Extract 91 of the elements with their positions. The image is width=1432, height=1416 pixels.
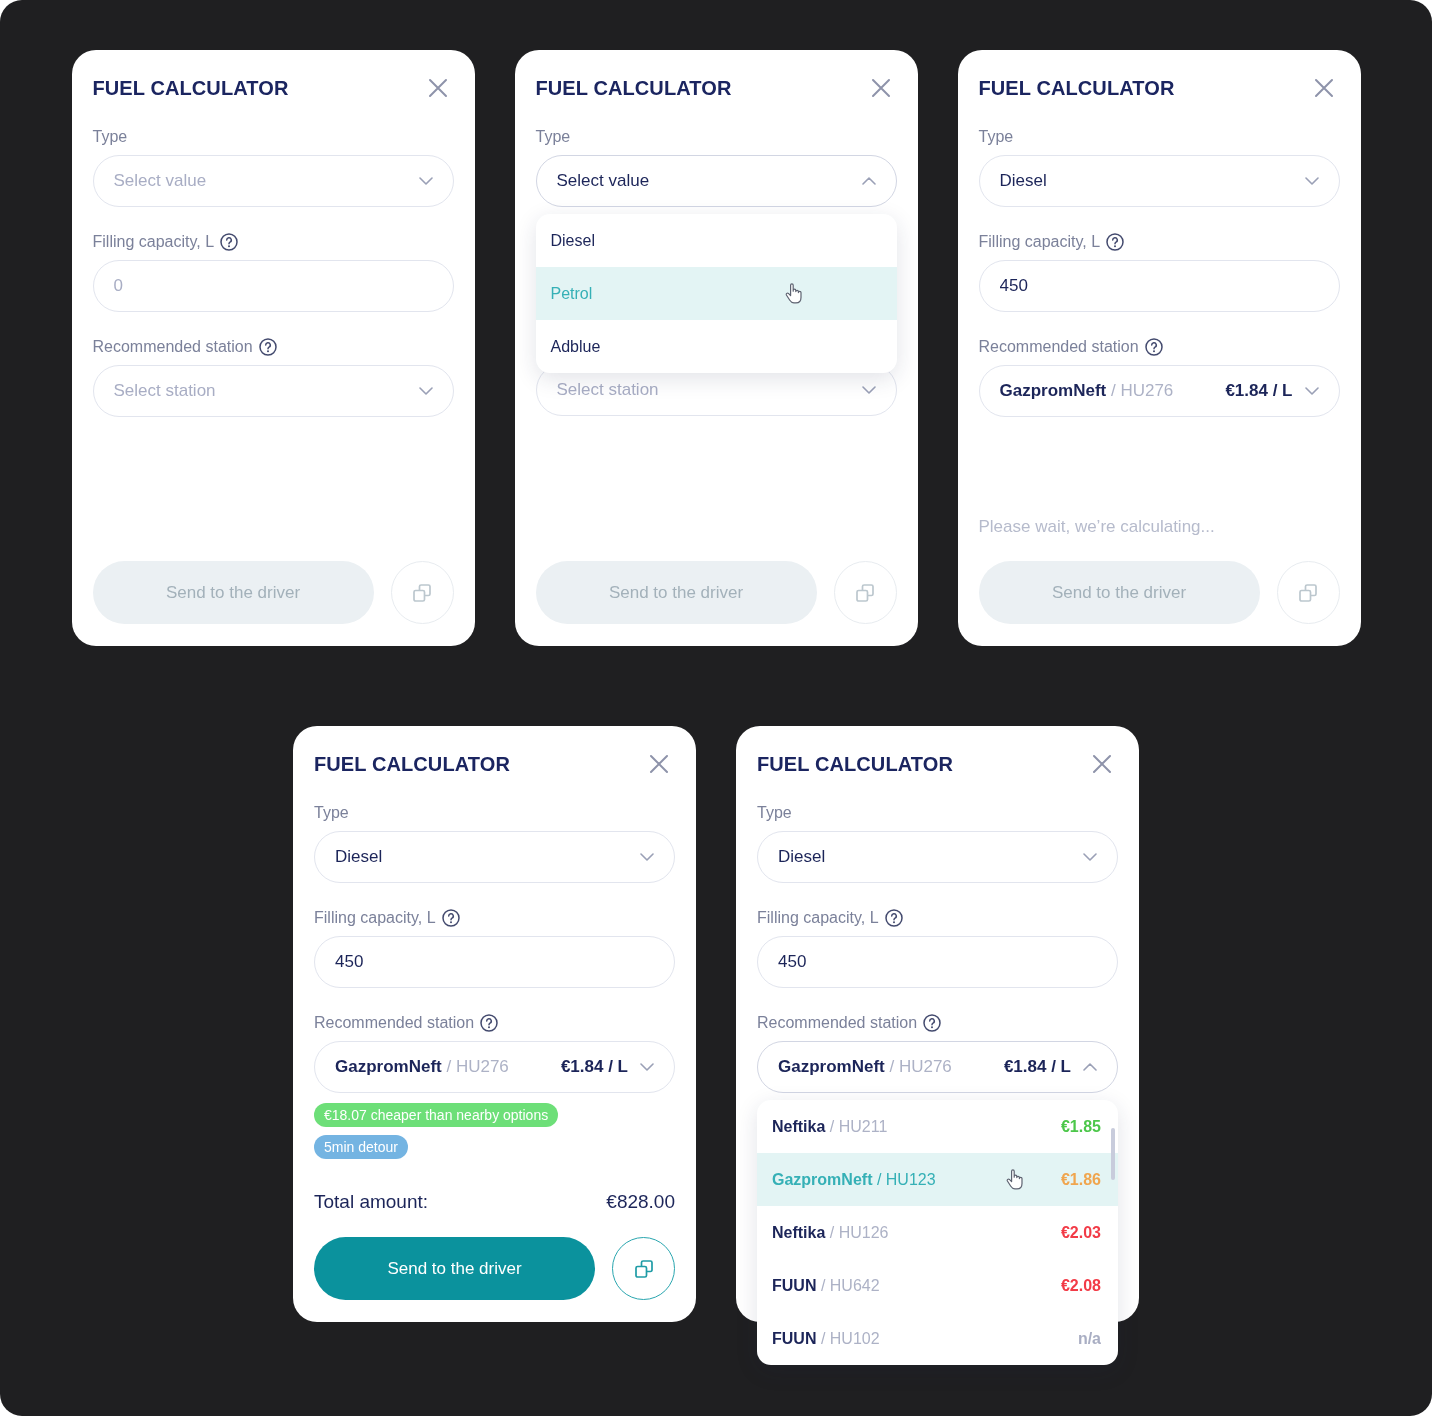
field-label: Filling capacity, L bbox=[92, 232, 215, 252]
field-label: Recommended station bbox=[978, 337, 1139, 357]
station-name: FUUN / HU642 bbox=[772, 1276, 880, 1295]
station-price: n/a bbox=[1077, 1329, 1101, 1348]
capacity-input[interactable]: 450 bbox=[978, 260, 1340, 312]
card-title: FUEL CALCULATOR bbox=[978, 76, 1175, 100]
price-per-litre: €1.84 / L bbox=[1003, 1057, 1071, 1077]
chevron-up-icon bbox=[861, 177, 876, 185]
total-label: Total amount: bbox=[314, 1190, 429, 1214]
copy-icon bbox=[633, 1258, 654, 1279]
close-button[interactable] bbox=[870, 78, 891, 98]
capacity-input[interactable]: 450 bbox=[314, 936, 675, 988]
station-name: Neftika / HU211 bbox=[772, 1117, 888, 1136]
field-label: Recommended station bbox=[92, 337, 253, 357]
chevron-up-icon bbox=[1083, 1063, 1097, 1071]
close-icon bbox=[1092, 754, 1112, 774]
station-select[interactable]: GazpromNeft / HU276 €1.84 / L bbox=[978, 365, 1340, 417]
station-name: Neftika / HU126 bbox=[772, 1223, 889, 1242]
field-label: Filling capacity, L bbox=[314, 908, 436, 928]
field-label: Type bbox=[978, 127, 1014, 147]
chevron-down-icon bbox=[1083, 853, 1097, 861]
field-label: Recommended station bbox=[314, 1013, 475, 1033]
station-price: €2.03 bbox=[1060, 1223, 1101, 1242]
close-button[interactable] bbox=[649, 754, 669, 774]
scrollbar-thumb[interactable] bbox=[1111, 1128, 1115, 1180]
station-name: GazpromNeft / HU276 bbox=[335, 1057, 509, 1077]
station-option[interactable]: FUUN / HU642 €2.08 bbox=[757, 1259, 1118, 1312]
field-label: Recommended station bbox=[757, 1013, 918, 1033]
close-icon bbox=[649, 754, 669, 774]
chevron-down-icon bbox=[861, 386, 876, 394]
chevron-down-icon bbox=[1304, 387, 1319, 395]
fuel-type-select[interactable]: Diesel bbox=[314, 831, 675, 883]
chevron-down-icon bbox=[1304, 177, 1319, 185]
close-icon bbox=[427, 78, 448, 98]
copy-icon bbox=[855, 582, 875, 603]
help-icon[interactable] bbox=[258, 338, 277, 356]
station-name: FUUN / HU102 bbox=[772, 1329, 880, 1348]
help-icon[interactable] bbox=[441, 909, 460, 927]
price-per-litre: €1.84 / L bbox=[1225, 381, 1293, 401]
station-option[interactable]: Neftika / HU126 €2.03 bbox=[757, 1206, 1118, 1259]
field-label: Type bbox=[757, 803, 792, 823]
status-message: Please wait, we’re calculating... bbox=[978, 517, 1216, 537]
station-name: GazpromNeft / HU123 bbox=[772, 1170, 936, 1189]
chevron-down-icon bbox=[640, 853, 654, 861]
help-icon[interactable] bbox=[884, 909, 903, 927]
info-tag: €18.07 cheaper than nearby options bbox=[314, 1103, 559, 1127]
capacity-input[interactable]: 0 bbox=[92, 260, 454, 312]
close-button[interactable] bbox=[427, 78, 448, 98]
fuel-type-select[interactable]: Diesel bbox=[978, 155, 1340, 207]
copy-icon bbox=[412, 582, 432, 603]
station-select[interactable]: GazpromNeft / HU276 €1.84 / L bbox=[757, 1041, 1118, 1093]
hand-cursor-icon bbox=[1006, 1169, 1025, 1190]
hand-cursor-icon bbox=[784, 283, 803, 304]
help-icon[interactable] bbox=[923, 1014, 942, 1032]
card-title: FUEL CALCULATOR bbox=[92, 76, 289, 100]
price-per-litre: €1.84 / L bbox=[560, 1057, 628, 1077]
chevron-down-icon bbox=[640, 1063, 654, 1071]
help-icon[interactable] bbox=[480, 1014, 499, 1032]
close-button[interactable] bbox=[1092, 754, 1112, 774]
station-option[interactable]: FUUN / HU102 n/a bbox=[757, 1312, 1118, 1365]
card-title: FUEL CALCULATOR bbox=[314, 752, 510, 776]
station-name: GazpromNeft / HU276 bbox=[778, 1057, 952, 1077]
field-label: Filling capacity, L bbox=[978, 232, 1101, 252]
fuel-option[interactable]: Diesel bbox=[535, 214, 897, 267]
close-button[interactable] bbox=[1313, 78, 1334, 98]
station-price: €2.08 bbox=[1060, 1276, 1101, 1295]
card-title: FUEL CALCULATOR bbox=[757, 752, 953, 776]
station-name: GazpromNeft / HU276 bbox=[999, 381, 1174, 401]
station-price: €1.86 bbox=[1060, 1170, 1101, 1189]
info-tag: 5min detour bbox=[314, 1135, 408, 1159]
field-label: Type bbox=[92, 127, 128, 147]
send-button[interactable]: Send to the driver bbox=[314, 1237, 595, 1300]
help-icon[interactable] bbox=[1106, 233, 1125, 251]
capacity-input[interactable]: 450 bbox=[757, 936, 1118, 988]
station-price: €1.85 bbox=[1060, 1117, 1101, 1136]
field-label: Type bbox=[314, 803, 349, 823]
field-label: Filling capacity, L bbox=[757, 908, 879, 928]
field-label: Type bbox=[535, 127, 571, 147]
close-icon bbox=[870, 78, 891, 98]
help-icon[interactable] bbox=[220, 233, 239, 251]
total-amount: €828.00 bbox=[606, 1190, 675, 1214]
fuel-type-select[interactable]: Select value bbox=[535, 155, 897, 207]
chevron-down-icon bbox=[418, 177, 433, 185]
station-option[interactable]: Neftika / HU211 €1.85 bbox=[757, 1100, 1118, 1153]
card-title: FUEL CALCULATOR bbox=[535, 76, 732, 100]
fuel-type-select[interactable]: Diesel bbox=[757, 831, 1118, 883]
help-icon[interactable] bbox=[1144, 338, 1163, 356]
station-select[interactable]: GazpromNeft / HU276 €1.84 / L bbox=[314, 1041, 675, 1093]
close-icon bbox=[1313, 78, 1334, 98]
chevron-down-icon bbox=[418, 387, 433, 395]
copy-icon bbox=[1298, 582, 1318, 603]
